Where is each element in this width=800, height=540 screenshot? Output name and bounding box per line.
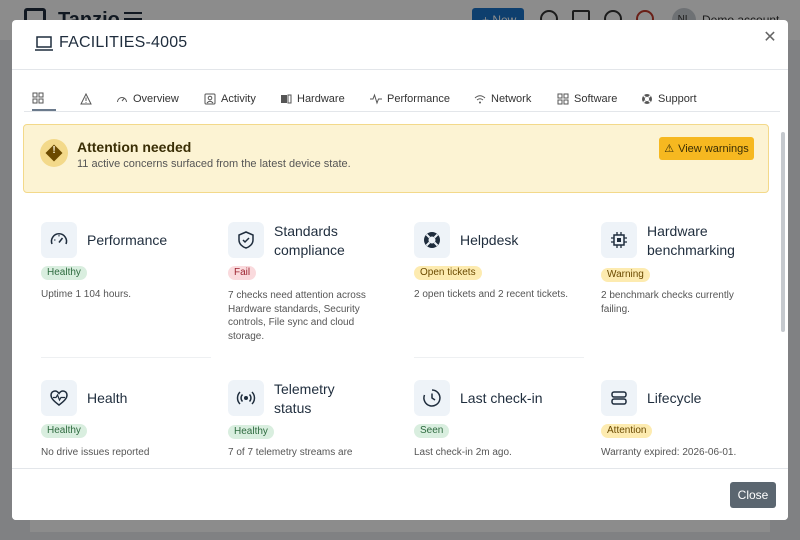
- device-modal: FACILITIES-4005 ✕ Overview Activity Hard…: [12, 20, 788, 520]
- tab-label: Overview: [133, 93, 179, 105]
- card-description: Warranty expired: 2026-06-01.: [601, 447, 737, 458]
- wifi-icon: [474, 95, 486, 104]
- pulse-icon: [370, 93, 382, 105]
- heart-pulse-icon: [41, 380, 77, 416]
- card-description: 7 of 7 telemetry streams are: [228, 447, 353, 458]
- gauge-icon: [117, 97, 127, 103]
- tab-label: Performance: [387, 93, 450, 105]
- attention-alert: ! Attention needed 11 active concerns su…: [23, 124, 769, 193]
- lifebuoy-icon: [642, 94, 652, 104]
- tab-label: Activity: [221, 93, 256, 105]
- card-description: Uptime 1 104 hours.: [41, 289, 132, 300]
- card-title: Standards compliance: [274, 223, 345, 258]
- tab-hardware[interactable]: Hardware: [280, 87, 345, 111]
- card-title: Telemetry status: [274, 381, 335, 416]
- close-icon[interactable]: ✕: [762, 30, 778, 46]
- warning-icon: [80, 93, 92, 105]
- close-button[interactable]: Close: [730, 482, 776, 508]
- tab-label: Hardware: [297, 93, 345, 105]
- laptop-icon: [35, 36, 53, 51]
- card-description: No drive issues reported: [41, 447, 150, 458]
- tab-network[interactable]: Network: [474, 87, 531, 111]
- tab-label: Support: [658, 93, 697, 105]
- card-title: Helpdesk: [460, 232, 519, 248]
- alert-title: Attention needed: [77, 139, 192, 155]
- status-badge: Seen: [414, 424, 450, 438]
- clock-icon: [414, 380, 450, 416]
- card-title: Hardware benchmarking: [647, 223, 735, 258]
- chip-icon: [601, 222, 637, 258]
- tab-bar: Overview Activity Hardware Performance N…: [24, 82, 780, 112]
- activity-icon: [204, 93, 216, 105]
- alert-subtitle: 11 active concerns surfaced from the lat…: [77, 158, 351, 170]
- view-warnings-label: View warnings: [678, 142, 749, 155]
- tab-warnings[interactable]: [80, 87, 97, 111]
- lifebuoy-icon: [414, 222, 450, 258]
- modal-title: FACILITIES-4005: [59, 34, 188, 51]
- scrollbar[interactable]: [781, 132, 785, 332]
- status-badge: Healthy: [41, 266, 87, 280]
- modal-footer: Close: [12, 468, 788, 520]
- tab-support[interactable]: Support: [641, 87, 697, 111]
- status-badge: Attention: [601, 424, 653, 438]
- tab-summary[interactable]: [32, 87, 56, 111]
- status-badge: Open tickets: [414, 266, 482, 280]
- warning-diamond-icon: !: [40, 139, 68, 167]
- tab-software[interactable]: Software: [557, 87, 617, 111]
- tab-overview[interactable]: Overview: [116, 87, 179, 111]
- gauge-icon: [41, 222, 77, 258]
- status-badge: Healthy: [228, 425, 274, 439]
- modal-body[interactable]: ! Attention needed 11 active concerns su…: [12, 118, 788, 468]
- apps-icon: [557, 93, 569, 105]
- card-title: Health: [87, 390, 128, 406]
- tab-label: Software: [574, 93, 618, 105]
- card-description: 7 checks need attention across Hardware …: [228, 290, 366, 342]
- status-badge: Fail: [228, 266, 257, 280]
- card-title: Last check-in: [460, 390, 543, 406]
- status-badge: Warning: [601, 268, 650, 282]
- card-title: Lifecycle: [647, 390, 702, 406]
- broadcast-icon: [228, 380, 264, 416]
- card-description: Last check-in 2m ago.: [414, 447, 512, 458]
- grid-icon: [32, 92, 44, 104]
- server-icon: [601, 380, 637, 416]
- tab-label: Network: [491, 93, 532, 105]
- modal-header: FACILITIES-4005 ✕: [12, 20, 788, 70]
- hardware-icon: [281, 94, 292, 104]
- view-warnings-button[interactable]: ⚠ View warnings: [659, 137, 754, 160]
- card-title: Performance: [87, 232, 168, 248]
- warning-icon: ⚠: [664, 143, 675, 155]
- card-description: 2 open tickets and 2 recent tickets.: [414, 289, 568, 300]
- card-description: 2 benchmark checks currently failing.: [601, 290, 734, 315]
- status-badge: Healthy: [41, 424, 87, 438]
- tab-performance[interactable]: Performance: [370, 87, 450, 111]
- shield-check-icon: [228, 222, 264, 258]
- tab-activity[interactable]: Activity: [204, 87, 256, 111]
